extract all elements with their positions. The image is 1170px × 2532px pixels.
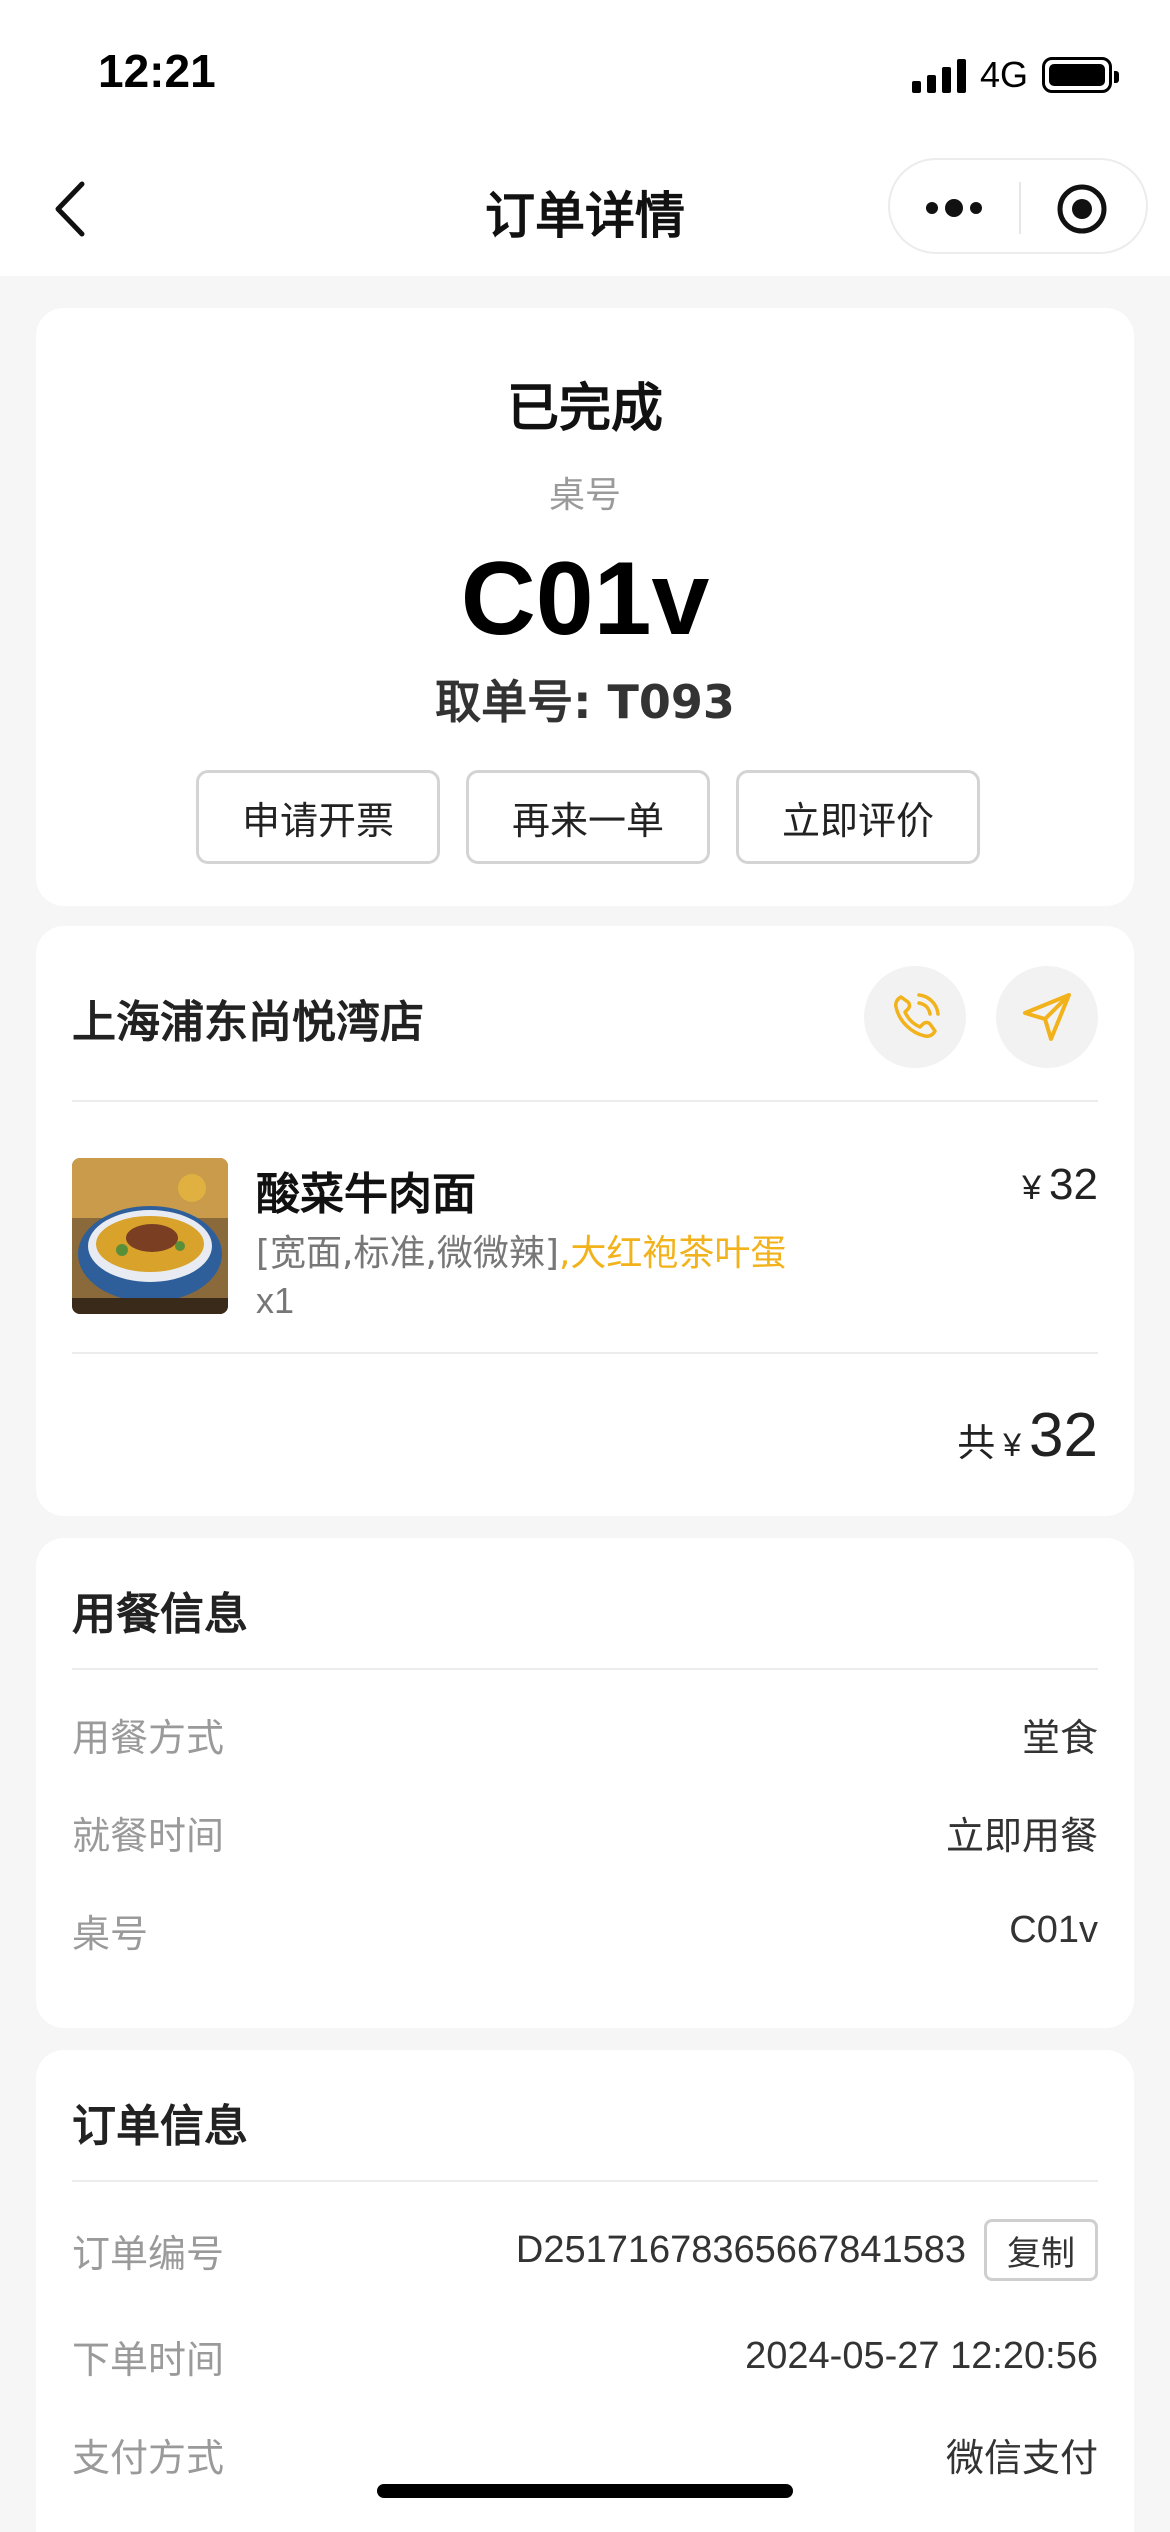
more-icon[interactable] — [924, 184, 984, 232]
invoice-button[interactable]: 申请开票 — [196, 770, 440, 864]
info-key: 用餐方式 — [72, 1715, 225, 1760]
info-key: 下单时间 — [72, 2337, 225, 2382]
info-value: C01v — [1009, 1908, 1098, 1951]
signal-icon — [911, 57, 966, 93]
dish-image[interactable] — [72, 1158, 228, 1314]
info-value: 立即用餐 — [945, 1813, 1098, 1858]
order-total: 共 ¥ 32 — [957, 1400, 1098, 1471]
mini-program-capsule — [888, 158, 1148, 254]
info-row: 用餐方式 堂食 — [72, 1704, 1098, 1764]
divider — [72, 1352, 1098, 1354]
status-time: 12:21 — [98, 45, 216, 97]
info-row: 就餐时间 立即用餐 — [72, 1802, 1098, 1862]
section-title: 用餐信息 — [72, 1589, 248, 1640]
order-time: 2024-05-27 12:20:56 — [745, 2334, 1098, 2377]
order-status: 已完成 — [506, 379, 663, 439]
order-number: D25171678365667841583 复制 — [516, 2219, 1098, 2281]
home-indicator — [377, 2484, 793, 2498]
dish-name: 酸菜牛肉面 — [256, 1169, 476, 1220]
order-status-card: 已完成 桌号 C01v 取单号: T093 申请开票 再来一单 立即评价 — [36, 308, 1134, 906]
pickup-number: 取单号: T093 — [435, 675, 735, 729]
divider — [72, 1100, 1098, 1102]
nav-bar: 订单详情 — [0, 150, 1170, 276]
network-label: 4G — [979, 54, 1028, 95]
phone-icon[interactable] — [864, 966, 966, 1068]
order-number-row: 订单编号 D25171678365667841583 复制 — [72, 2219, 1098, 2281]
total-label: 共 — [957, 1421, 996, 1465]
capsule-divider — [1019, 182, 1021, 234]
currency-symbol: ¥ — [1022, 1169, 1042, 1207]
store-name: 上海浦东尚悦湾店 — [72, 997, 424, 1048]
dine-info-card: 用餐信息 用餐方式 堂食 就餐时间 立即用餐 桌号 C01v — [36, 1538, 1134, 2028]
dish-addon: ,大红袍茶叶蛋 — [558, 1233, 787, 1274]
info-key: 订单编号 — [72, 2231, 225, 2276]
navigate-icon[interactable] — [996, 966, 1098, 1068]
store-card: 上海浦东尚悦湾店 酸菜牛肉面 [宽面,标准,微微辣],大红袍茶叶蛋 x1 ¥32… — [36, 926, 1134, 1516]
payment-method: 微信支付 — [945, 2435, 1098, 2480]
table-label: 桌号 — [548, 475, 621, 516]
dish-quantity: x1 — [256, 1280, 295, 1321]
price-value: 32 — [1049, 1160, 1098, 1209]
total-amount: 32 — [1029, 1401, 1098, 1470]
target-icon[interactable] — [1055, 182, 1109, 236]
dish-options: [宽面,标准,微微辣] — [256, 1233, 559, 1274]
dish-price: ¥32 — [1022, 1160, 1098, 1210]
status-bar: 12:21 4G — [0, 0, 1170, 150]
info-key: 就餐时间 — [72, 1813, 225, 1858]
order-time-row: 下单时间 2024-05-27 12:20:56 — [72, 2326, 1098, 2386]
divider — [72, 1668, 1098, 1670]
payment-row: 支付方式 微信支付 — [72, 2424, 1098, 2484]
table-number: C01v — [460, 541, 710, 657]
info-key: 支付方式 — [72, 2435, 225, 2480]
dish-spec: [宽面,标准,微微辣],大红袍茶叶蛋 — [256, 1224, 786, 1276]
total-currency: ¥ — [1003, 1427, 1022, 1463]
status-indicators: 4G — [911, 50, 1119, 100]
action-row: 申请开票 再来一单 立即评价 — [196, 770, 980, 864]
section-title: 订单信息 — [72, 2101, 248, 2152]
info-value: 堂食 — [1021, 1715, 1098, 1760]
order-info-card: 订单信息 订单编号 D25171678365667841583 复制 下单时间 … — [36, 2050, 1134, 2532]
copy-button[interactable]: 复制 — [984, 2219, 1098, 2281]
review-button[interactable]: 立即评价 — [736, 770, 980, 864]
info-key: 桌号 — [72, 1911, 149, 1956]
divider — [72, 2180, 1098, 2182]
reorder-button[interactable]: 再来一单 — [466, 770, 710, 864]
info-row: 桌号 C01v — [72, 1900, 1098, 1960]
battery-icon — [1042, 57, 1119, 93]
order-number-value: D25171678365667841583 — [515, 2228, 966, 2271]
